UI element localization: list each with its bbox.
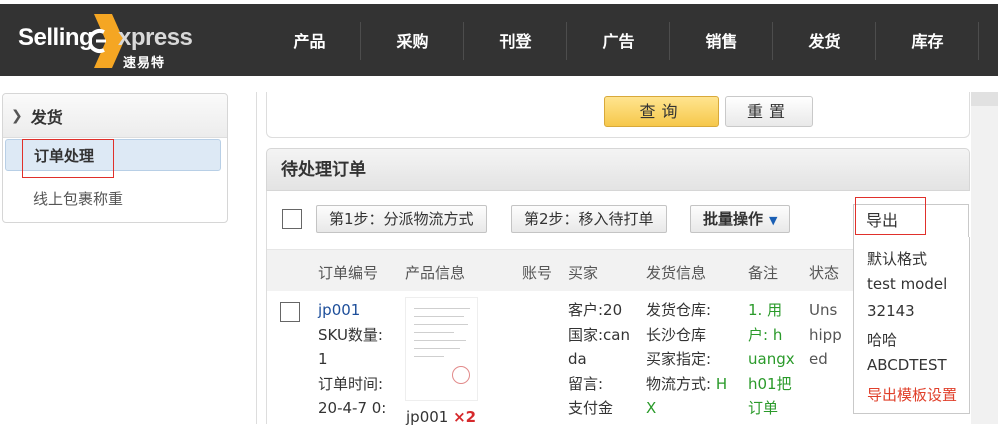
nav-item-sales[interactable]: 销售: [670, 4, 773, 76]
query-button[interactable]: 查询: [604, 96, 719, 127]
buyer-line: 支付金: [568, 399, 614, 417]
ship-method-line: 物流方式: H: [646, 374, 728, 393]
nav-item-inventory[interactable]: 库存: [876, 4, 979, 76]
sidebar-item-package-weighing[interactable]: 线上包裹称重: [33, 188, 123, 209]
buyer-line: 留言:: [568, 374, 604, 393]
product-sku-qty: jp001 ×2: [406, 408, 476, 426]
orders-panel-title: 待处理订单: [266, 148, 970, 191]
scrollbar-track[interactable]: [971, 92, 998, 424]
sku-count-value: 1: [318, 350, 328, 368]
ship-method-value: H: [715, 374, 728, 393]
nav-item-products[interactable]: 产品: [258, 4, 361, 76]
table-row-order-cell: jp001 SKU数量: 1 订单时间: 20-4-7 0:: [318, 298, 386, 421]
status-cell: Uns hipp ed: [809, 298, 842, 372]
column-status: 状态: [809, 264, 840, 282]
column-shipping-info: 发货信息: [646, 264, 707, 282]
product-sku: jp001: [406, 408, 449, 426]
scrollbar-up-arrow[interactable]: [971, 92, 998, 106]
bulk-actions-button[interactable]: 批量操作 ▼: [690, 205, 791, 233]
ship-line: 发货仓库:: [646, 301, 712, 319]
status-line: hipp: [809, 325, 842, 344]
ship-line: 长沙仓库: [646, 325, 707, 344]
row-checkbox[interactable]: [280, 302, 300, 322]
brand-logo[interactable]: Selling xpress 速易特: [18, 12, 218, 71]
remark-line: uangx: [748, 350, 795, 368]
export-option-haha[interactable]: 哈哈: [867, 329, 897, 350]
bulk-actions-label: 批量操作: [703, 210, 764, 228]
highlight-box: [855, 197, 926, 235]
column-account: 账号: [522, 264, 553, 282]
buyer-cell: 客户:20 国家:can da 留言: 支付金: [568, 298, 630, 421]
buyer-line: 国家:can: [568, 325, 630, 344]
nav-item-listing[interactable]: 刊登: [464, 4, 567, 76]
main-nav: 产品 采购 刊登 广告 销售 发货 库存: [258, 4, 979, 76]
product-thumbnail[interactable]: [405, 297, 478, 401]
order-id-link[interactable]: jp001: [318, 298, 386, 323]
status-line: ed: [809, 350, 828, 368]
sidebar-section-title: 发货: [30, 107, 63, 127]
chevron-down-icon: ❯: [11, 107, 23, 124]
buyer-line: da: [568, 350, 587, 368]
brand-chinese-name: 速易特: [123, 56, 166, 71]
brand-name-part1: Selling: [18, 24, 94, 51]
export-template-settings-link[interactable]: 导出模板设置: [867, 384, 957, 405]
buyer-line: 客户:20: [568, 301, 623, 319]
nav-item-purchasing[interactable]: 采购: [361, 4, 464, 76]
order-time-value: 20-4-7 0:: [318, 399, 387, 417]
column-order-id: 订单编号: [318, 264, 379, 282]
content-divider: [256, 92, 257, 424]
move-to-print-button[interactable]: 第2步：移入待打单: [511, 205, 667, 233]
select-all-checkbox[interactable]: [282, 209, 302, 229]
export-option-32143[interactable]: 32143: [867, 302, 915, 320]
column-remark: 备注: [748, 264, 779, 282]
nav-item-ads[interactable]: 广告: [567, 4, 670, 76]
remark-line: 户: h: [748, 325, 783, 344]
order-time-label: 订单时间:: [318, 374, 384, 393]
brand-name-part2: xpress: [118, 24, 193, 51]
export-option-test-model[interactable]: test model: [867, 275, 947, 293]
product-qty: ×2: [453, 408, 477, 426]
export-option-abcdtest[interactable]: ABCDTEST: [867, 356, 947, 374]
export-option-default[interactable]: 默认格式: [867, 248, 927, 269]
sidebar-section-header[interactable]: ❯ 发货: [3, 94, 227, 138]
remark-line: 1. 用: [748, 301, 783, 319]
remark-line: h01把: [748, 374, 792, 393]
nav-item-shipping[interactable]: 发货: [773, 4, 876, 76]
ship-method-cont: X: [646, 399, 657, 417]
highlight-box: [22, 139, 114, 178]
ship-line: 买家指定:: [646, 350, 712, 368]
top-navigation-bar: Selling xpress 速易特 产品 采购 刊登 广告 销售 发货 库存: [0, 4, 998, 76]
column-buyer: 买家: [568, 264, 599, 282]
remark-line: 订单: [748, 399, 779, 417]
column-product-info: 产品信息: [405, 264, 466, 282]
assign-logistics-button[interactable]: 第1步：分派物流方式: [316, 205, 487, 233]
sku-count-label: SKU数量:: [318, 325, 383, 344]
status-line: Uns: [809, 301, 838, 319]
remark-cell: 1. 用 户: h uangx h01把 订单: [748, 298, 795, 421]
caret-down-icon: ▼: [769, 214, 778, 227]
shipping-cell: 发货仓库: 长沙仓库 买家指定: 物流方式: H X: [646, 298, 727, 421]
reset-button[interactable]: 重置: [725, 96, 813, 127]
